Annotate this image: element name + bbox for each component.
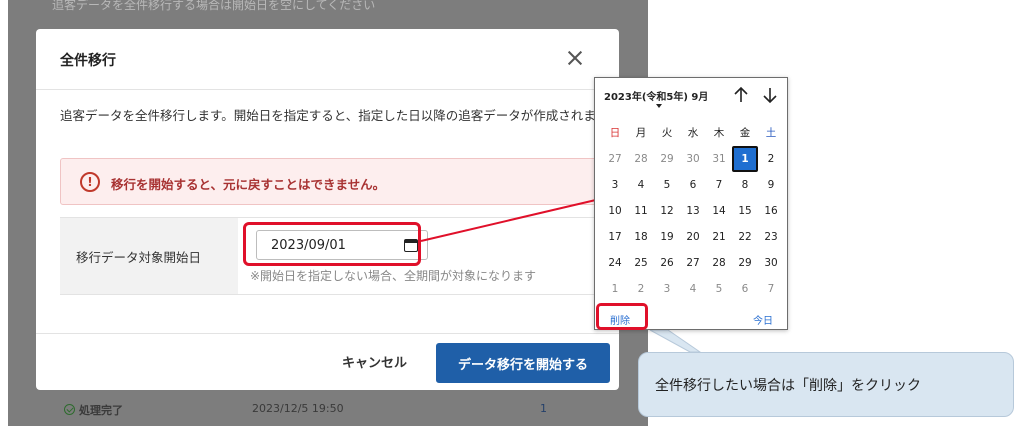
- calendar-day[interactable]: 15: [732, 198, 758, 224]
- weekday-header: 金: [739, 127, 751, 139]
- callout-text: 全件移行したい場合は「削除」をクリック: [655, 378, 921, 394]
- calendar-month-label[interactable]: 2023年(令和5年) 9月: [604, 88, 708, 103]
- calendar-day[interactable]: 9: [758, 172, 784, 198]
- calendar-day[interactable]: 8: [732, 172, 758, 198]
- weekday-header: 日: [609, 127, 621, 139]
- instruction-callout: 全件移行したい場合は「削除」をクリック: [638, 352, 1014, 417]
- calendar-day[interactable]: 27: [680, 250, 706, 276]
- calendar-day[interactable]: 11: [628, 198, 654, 224]
- calendar-day[interactable]: 23: [758, 224, 784, 250]
- calendar-day[interactable]: 21: [706, 224, 732, 250]
- calendar-today-button[interactable]: 今日: [753, 312, 773, 327]
- calendar-day[interactable]: 17: [602, 224, 628, 250]
- calendar-day[interactable]: 7: [706, 172, 732, 198]
- calendar-day[interactable]: 4: [680, 276, 706, 302]
- calendar-day[interactable]: 3: [654, 276, 680, 302]
- calendar-day[interactable]: 19: [654, 224, 680, 250]
- calendar-day[interactable]: 31: [706, 146, 732, 172]
- calendar-day[interactable]: 13: [680, 198, 706, 224]
- calendar-day[interactable]: 20: [680, 224, 706, 250]
- calendar-day[interactable]: 10: [602, 198, 628, 224]
- weekday-header: 月: [635, 127, 647, 139]
- calendar-day[interactable]: 22: [732, 224, 758, 250]
- calendar-day[interactable]: 14: [706, 198, 732, 224]
- weekday-header: 土: [765, 127, 777, 139]
- caret-down-icon[interactable]: [656, 104, 662, 108]
- delete-button-highlight: [596, 303, 648, 330]
- calendar-day[interactable]: 28: [706, 250, 732, 276]
- calendar-day[interactable]: 28: [628, 146, 654, 172]
- weekday-header: 水: [687, 127, 699, 139]
- calendar-day[interactable]: 6: [680, 172, 706, 198]
- weekday-header: 火: [661, 127, 673, 139]
- date-input-highlight: [243, 222, 421, 266]
- calendar-day[interactable]: 30: [758, 250, 784, 276]
- arrow-down-icon[interactable]: [761, 85, 779, 105]
- calendar-day[interactable]: 29: [654, 146, 680, 172]
- calendar-day[interactable]: 26: [654, 250, 680, 276]
- calendar-day[interactable]: 6: [732, 276, 758, 302]
- calendar-day[interactable]: 5: [654, 172, 680, 198]
- weekday-header: 木: [713, 127, 725, 139]
- calendar-day[interactable]: 1: [602, 276, 628, 302]
- calendar-day[interactable]: 12: [654, 198, 680, 224]
- calendar-day-selected[interactable]: 1: [732, 146, 758, 172]
- calendar-day[interactable]: 27: [602, 146, 628, 172]
- screenshot-stage: 追客データを全件移行する場合は開始日を空にしてください 処理完了 2023/12…: [0, 0, 1024, 426]
- calendar-day[interactable]: 16: [758, 198, 784, 224]
- calendar-day[interactable]: 4: [628, 172, 654, 198]
- calendar-day[interactable]: 5: [706, 276, 732, 302]
- calendar-day[interactable]: 30: [680, 146, 706, 172]
- arrow-up-icon[interactable]: [732, 85, 750, 105]
- calendar-day[interactable]: 29: [732, 250, 758, 276]
- calendar-day[interactable]: 2: [758, 146, 784, 172]
- calendar-day[interactable]: 2: [628, 276, 654, 302]
- date-picker-popup: 2023年(令和5年) 9月 日月火水木金土 27 28 29 30 31 1 2 3 4 5 6 7 8…: [594, 77, 788, 330]
- calendar-day[interactable]: 3: [602, 172, 628, 198]
- calendar-day[interactable]: 18: [628, 224, 654, 250]
- calendar-day[interactable]: 25: [628, 250, 654, 276]
- calendar-day[interactable]: 7: [758, 276, 784, 302]
- calendar-day[interactable]: 24: [602, 250, 628, 276]
